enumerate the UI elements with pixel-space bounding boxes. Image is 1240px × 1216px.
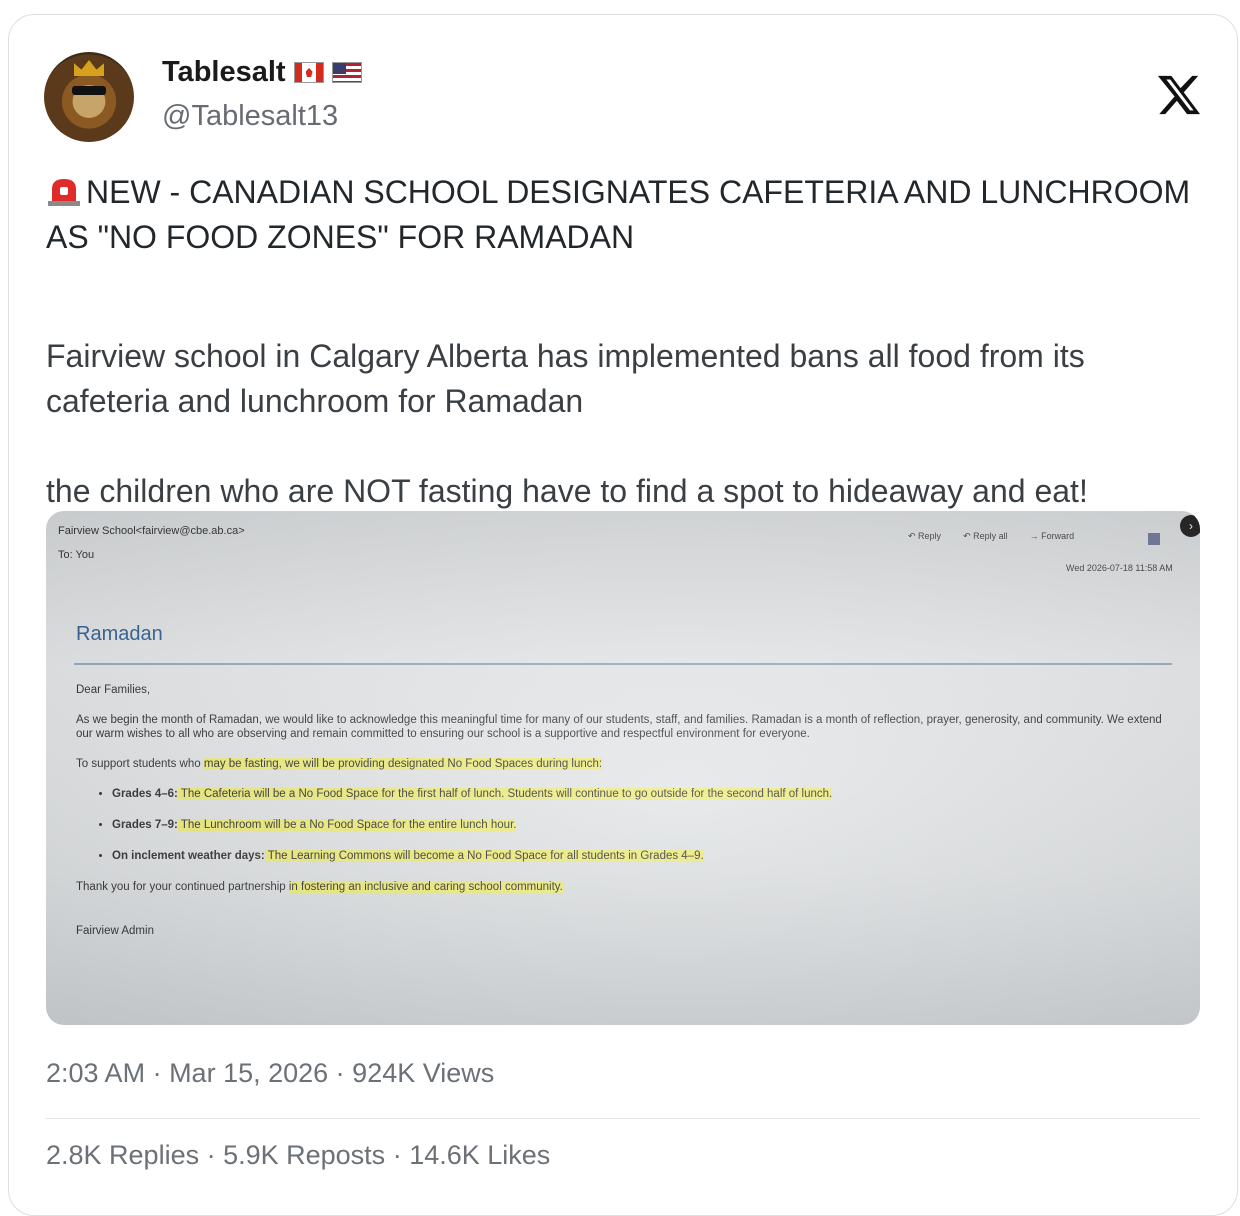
x-logo-icon[interactable] <box>1156 72 1202 118</box>
author-name-row[interactable]: Tablesalt <box>162 56 362 89</box>
email-intro: As we begin the month of Ramadan, we wou… <box>76 714 1162 740</box>
sunglasses-icon <box>72 86 106 95</box>
siren-icon <box>48 179 80 206</box>
tweet-time[interactable]: 2:03 AM <box>46 1058 145 1088</box>
email-bullets: Grades 4–6: The Cafeteria will be a No F… <box>76 787 1166 863</box>
tweet-headline-block: NEW - CANADIAN SCHOOL DESIGNATES CAFETER… <box>46 170 1206 260</box>
email-greeting: Dear Families, <box>76 684 151 696</box>
email-body: Dear Families, As we begin the month of … <box>76 683 1166 954</box>
author-handle[interactable]: @Tablesalt13 <box>162 100 338 133</box>
tweet-views: 924K Views <box>352 1058 495 1088</box>
email-support: To support students who may be fasting, … <box>76 758 603 770</box>
email-photo[interactable]: Fairview School<fairview@cbe.ab.ca> To: … <box>46 511 1200 1025</box>
grid-icon <box>1148 533 1160 545</box>
tweet-headline: NEW - CANADIAN SCHOOL DESIGNATES CAFETER… <box>46 174 1191 255</box>
avatar[interactable] <box>44 52 134 142</box>
tweet-paragraph: the children who are NOT fasting have to… <box>46 473 1088 509</box>
canada-flag-icon <box>293 62 324 83</box>
crown-icon <box>74 60 104 76</box>
chevron-right-icon: › <box>1180 515 1200 537</box>
email-signature: Fairview Admin <box>76 925 154 937</box>
reposts-count[interactable]: 5.9K Reposts <box>223 1140 385 1170</box>
tweet-date[interactable]: Mar 15, 2026 <box>169 1058 328 1088</box>
tweet-meta: 2:03 AM · Mar 15, 2026 · 924K Views <box>46 1058 495 1088</box>
email-divider <box>74 663 1172 665</box>
author-name[interactable]: Tablesalt <box>162 56 286 89</box>
email-bullet: Grades 4–6: The Cafeteria will be a No F… <box>112 787 1166 801</box>
reply-action: ↶ Reply <box>908 531 942 541</box>
tweet-paragraph: Fairview school in Calgary Alberta has i… <box>46 338 1085 419</box>
forward-action: → Forward <box>1029 531 1075 541</box>
usa-flag-icon <box>331 62 362 83</box>
email-subject: Ramadan <box>76 623 163 645</box>
email-bullet: Grades 7–9: The Lunchroom will be a No F… <box>112 818 1166 832</box>
divider <box>46 1118 1200 1119</box>
email-from: Fairview School<fairview@cbe.ab.ca> <box>58 525 245 537</box>
replies-count[interactable]: 2.8K Replies <box>46 1140 199 1170</box>
email-to: To: You <box>58 549 95 561</box>
likes-count[interactable]: 14.6K Likes <box>409 1140 550 1170</box>
email-date: Wed 2026-07-18 11:58 AM <box>1066 563 1173 573</box>
email-bullet: On inclement weather days: The Learning … <box>112 849 1166 863</box>
tweet-stats: 2.8K Replies · 5.9K Reposts · 14.6K Like… <box>46 1140 551 1170</box>
reply-all-action: ↶ Reply all <box>963 531 1008 541</box>
email-actions: ↶ Reply ↶ Reply all → Forward <box>908 531 1074 542</box>
email-closing: Thank you for your continued partnership… <box>76 881 563 893</box>
